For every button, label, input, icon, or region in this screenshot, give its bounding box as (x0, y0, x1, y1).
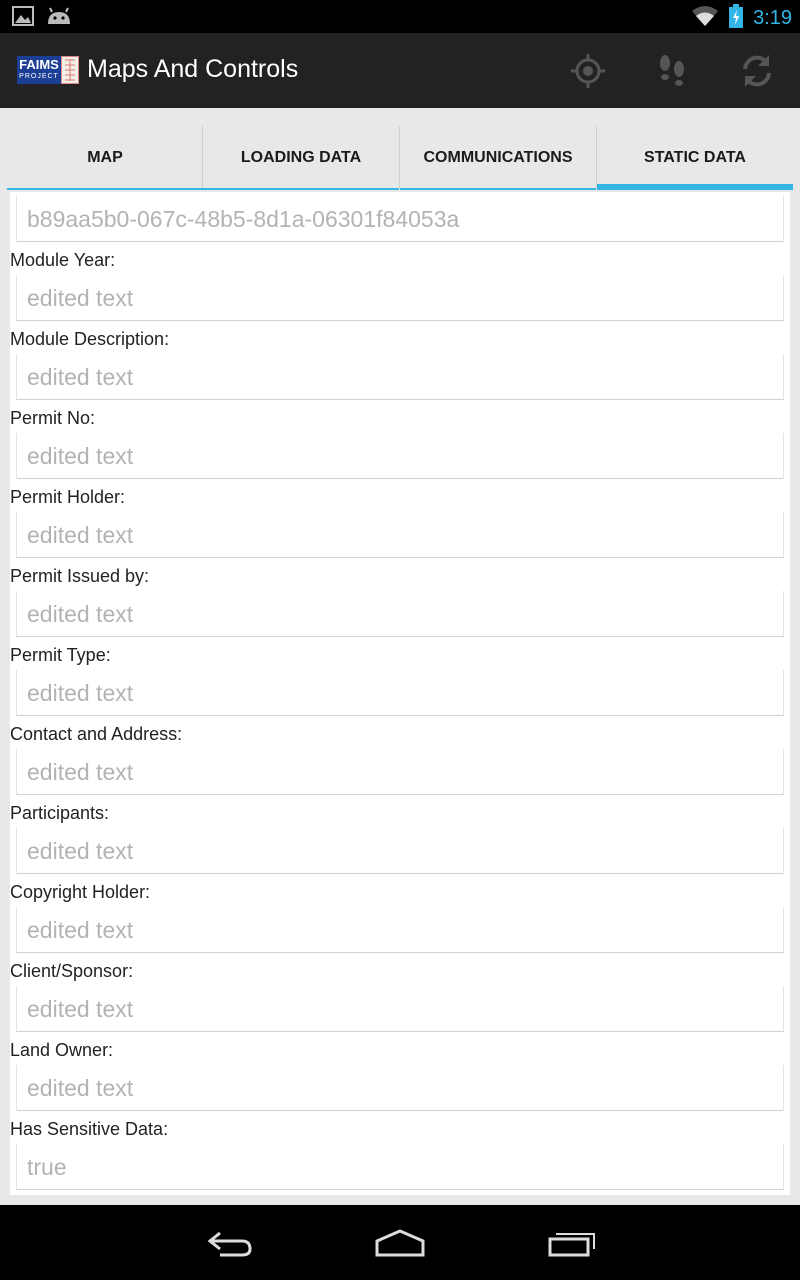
module-description-field[interactable]: edited text (16, 354, 784, 400)
home-icon[interactable] (370, 1225, 430, 1261)
tab-label: COMMUNICATIONS (423, 149, 573, 166)
permit-holder-field[interactable]: edited text (16, 512, 784, 558)
copyright-holder-label: Copyright Holder: (10, 882, 151, 902)
status-bar: 3:19 (0, 0, 800, 33)
contact-and-address-label: Contact and Address: (10, 724, 183, 744)
participants-label: Participants: (10, 803, 110, 823)
has-sensitive-data-label: Has Sensitive Data: (10, 1119, 169, 1139)
gps-locate-icon[interactable] (568, 51, 608, 91)
tab-bar: MAP LOADING DATA COMMUNICATIONS STATIC D… (0, 108, 800, 192)
permit-no-field[interactable]: edited text (16, 433, 784, 479)
tab-map[interactable]: MAP (7, 126, 203, 190)
has-sensitive-data-field[interactable]: true (16, 1144, 784, 1190)
permit-issued-by-field[interactable]: edited text (16, 591, 784, 637)
module-year-label: Module Year: (10, 250, 116, 270)
tab-label: MAP (87, 149, 123, 166)
footsteps-icon[interactable] (652, 51, 692, 91)
gallery-icon (12, 6, 34, 31)
action-bar: FAIMS PROJECT Maps And Controls (0, 33, 800, 109)
tab-static-data[interactable]: STATIC DATA (597, 126, 793, 190)
app-title: Maps And Controls (87, 55, 299, 83)
battery-charging-icon (729, 4, 744, 33)
android-icon (46, 6, 72, 31)
tab-communications[interactable]: COMMUNICATIONS (400, 126, 596, 190)
module-year-field[interactable]: edited text (16, 275, 784, 321)
land-owner-field[interactable]: edited text (16, 1065, 784, 1111)
contact-and-address-field[interactable]: edited text (16, 749, 784, 795)
logo-text: FAIMS (19, 57, 59, 72)
permit-type-field[interactable]: edited text (16, 670, 784, 716)
wifi-icon (691, 5, 719, 32)
app-logo[interactable]: FAIMS PROJECT (17, 56, 79, 84)
tab-label: STATIC DATA (644, 149, 746, 166)
permit-issued-by-label: Permit Issued by: (10, 566, 150, 586)
clock: 3:19 (753, 7, 792, 29)
permit-holder-label: Permit Holder: (10, 487, 126, 507)
participants-field[interactable]: edited text (16, 828, 784, 874)
logo-subtext: PROJECT (19, 73, 59, 80)
tab-loading-data[interactable]: LOADING DATA (203, 126, 399, 190)
land-owner-label: Land Owner: (10, 1040, 114, 1060)
recent-apps-icon[interactable] (542, 1225, 602, 1261)
tab-label: LOADING DATA (240, 149, 362, 166)
static-data-form: b89aa5b0-067c-48b5-8d1a-06301f84053a Mod… (10, 192, 790, 1195)
back-icon[interactable] (200, 1225, 260, 1261)
client-sponsor-label: Client/Sponsor: (10, 961, 134, 981)
uuid-field[interactable]: b89aa5b0-067c-48b5-8d1a-06301f84053a (16, 196, 784, 242)
logo-grid-icon (61, 56, 79, 84)
copyright-holder-field[interactable]: edited text (16, 907, 784, 953)
sync-icon[interactable] (737, 51, 777, 91)
permit-no-label: Permit No: (10, 408, 96, 428)
module-description-label: Module Description: (10, 329, 170, 349)
permit-type-label: Permit Type: (10, 645, 111, 665)
navigation-bar (0, 1205, 800, 1280)
client-sponsor-field[interactable]: edited text (16, 986, 784, 1032)
